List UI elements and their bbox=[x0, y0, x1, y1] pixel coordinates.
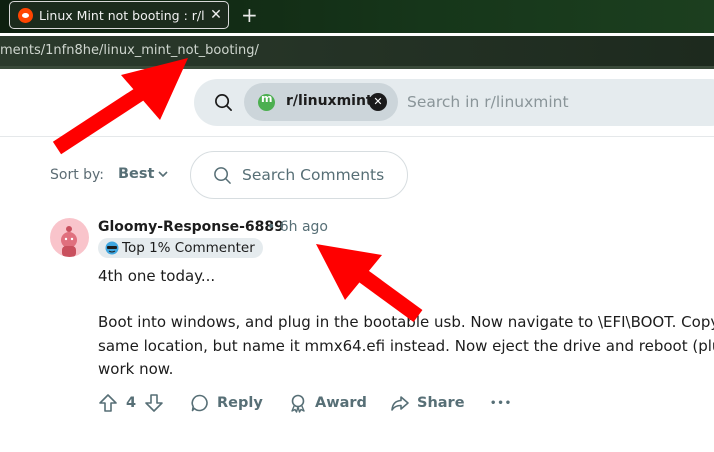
search-comments-placeholder: Search Comments bbox=[242, 166, 385, 184]
comment-paragraph: 4th one today... bbox=[98, 267, 216, 285]
comment-paragraph: Boot into windows, and plug in the boota… bbox=[98, 311, 714, 382]
upvote-icon bbox=[99, 394, 117, 412]
share-label: Share bbox=[417, 395, 465, 411]
search-icon bbox=[215, 94, 232, 111]
reddit-favicon-icon bbox=[18, 7, 33, 23]
award-icon bbox=[291, 394, 305, 413]
award-label: Award bbox=[315, 395, 367, 411]
linuxmint-logo-icon bbox=[258, 92, 275, 111]
user-flair-badge: Top 1% Commenter bbox=[98, 238, 263, 258]
reply-label: Reply bbox=[217, 395, 263, 411]
tab-close-icon[interactable]: ✕ bbox=[209, 7, 223, 23]
tab-title: Linux Mint not booting : r/l bbox=[39, 7, 205, 23]
search-icon bbox=[214, 167, 231, 184]
avatar[interactable] bbox=[50, 218, 89, 257]
remove-subreddit-icon[interactable]: ✕ bbox=[369, 93, 387, 111]
search-input[interactable]: Search in r/linuxmint bbox=[407, 93, 569, 111]
subreddit-chip-label: r/linuxmint bbox=[286, 93, 373, 109]
arrow-to-timestamp-icon bbox=[316, 244, 423, 323]
snoo-avatar-icon bbox=[61, 226, 77, 257]
subreddit-search-bar[interactable]: r/linuxmint ✕ Search in r/linuxmint bbox=[194, 79, 714, 126]
comment-line: Boot into windows, and plug in the boota… bbox=[98, 313, 714, 331]
vote-count: 4 bbox=[126, 395, 137, 411]
flair-label: Top 1% Commenter bbox=[122, 240, 255, 256]
comment-timestamp[interactable]: • 6h ago bbox=[267, 219, 328, 235]
share-button[interactable]: Share bbox=[390, 392, 465, 414]
comment-line: same location, but name it mmx64.efi ins… bbox=[98, 336, 714, 355]
comment-line: work now. bbox=[98, 360, 174, 378]
sort-label: Sort by: bbox=[50, 167, 105, 183]
chevron-down-icon[interactable] bbox=[157, 168, 169, 180]
comment-bubble-icon bbox=[191, 394, 208, 412]
downvote-button[interactable] bbox=[144, 392, 164, 414]
share-icon bbox=[391, 396, 409, 411]
header-divider bbox=[0, 136, 714, 137]
new-tab-button[interactable]: + bbox=[241, 4, 258, 26]
toolbar-divider bbox=[0, 66, 714, 69]
more-options-button[interactable]: ••• bbox=[490, 392, 512, 414]
subreddit-chip[interactable]: r/linuxmint ✕ bbox=[244, 83, 398, 121]
reply-button[interactable]: Reply bbox=[190, 392, 263, 414]
address-bar[interactable]: ments/1nfn8he/linux_mint_not_booting/ bbox=[0, 36, 714, 66]
sort-dropdown[interactable]: Best bbox=[118, 166, 154, 182]
url-text[interactable]: ments/1nfn8he/linux_mint_not_booting/ bbox=[0, 43, 259, 58]
top-commenter-icon bbox=[105, 241, 119, 255]
search-comments-input[interactable]: Search Comments bbox=[190, 151, 408, 199]
browser-tab-bar: Linux Mint not booting : r/l ✕ + bbox=[0, 0, 714, 33]
arrow-to-url-icon bbox=[52, 58, 188, 155]
downvote-icon bbox=[145, 394, 163, 412]
award-button[interactable]: Award bbox=[288, 392, 367, 414]
upvote-button[interactable] bbox=[98, 392, 118, 414]
browser-tab[interactable]: Linux Mint not booting : r/l ✕ bbox=[9, 1, 229, 29]
comment-author[interactable]: Gloomy-Response-6889 bbox=[98, 219, 284, 235]
